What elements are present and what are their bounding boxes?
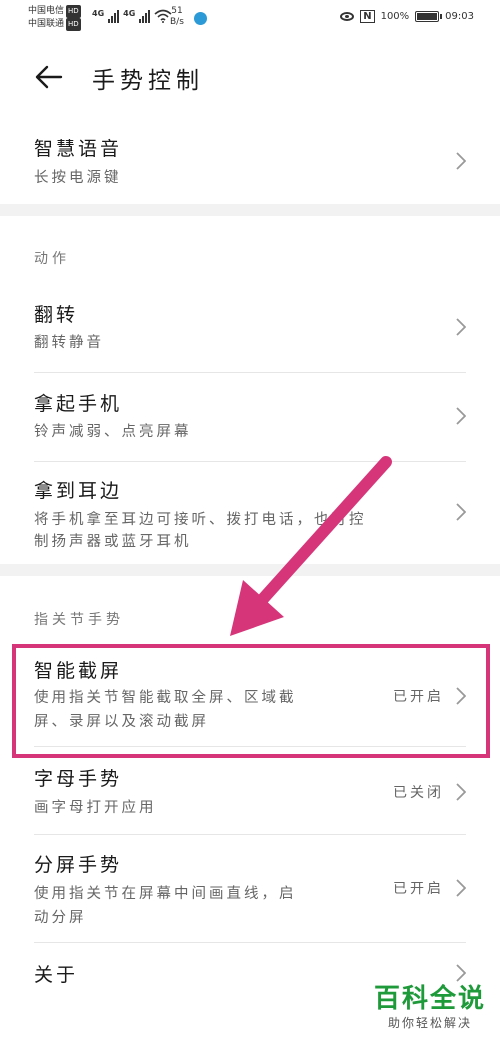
item-title: 拿起手机: [34, 393, 123, 415]
watermark-tagline: 助你轻松解决: [387, 1016, 472, 1030]
item-title: 分屏手势: [34, 854, 123, 876]
status-bar: 中国电信 HD 中国联通 HD 4G 4G 51 B/s N 100% 09:03: [0, 0, 500, 38]
item-subtitle-line-2: 动分屏: [34, 910, 87, 926]
section-gap: [0, 564, 500, 576]
item-subtitle-line-1: 使用指关节在屏幕中间画直线，启: [34, 886, 297, 902]
carrier-2-label: 中国联通: [28, 19, 65, 29]
page-title: 手势控制: [92, 68, 204, 94]
battery-percent: 100%: [380, 11, 410, 22]
status-right: N 100% 09:03: [340, 10, 474, 23]
status-value: 已关闭: [393, 785, 444, 801]
item-subtitle: 画字母打开应用: [34, 800, 157, 816]
item-subtitle-line-2: 制扬声器或蓝牙耳机: [34, 534, 192, 550]
chevron-right-icon: [456, 407, 466, 425]
divider: [34, 942, 466, 943]
signal-icon: [108, 10, 120, 23]
network-type-1: 4G: [92, 9, 105, 18]
highlight-box: [12, 644, 490, 758]
signal-icon: [139, 10, 151, 23]
item-title: 拿到耳边: [34, 480, 123, 502]
eye-comfort-icon: [340, 12, 355, 21]
carrier-1-label: 中国电信: [28, 6, 65, 16]
network-speed: 51 B/s: [170, 6, 184, 28]
chevron-right-icon: [456, 783, 466, 801]
chevron-right-icon: [456, 964, 466, 982]
hd-badge-1: HD: [66, 5, 81, 18]
section-gap: [0, 204, 500, 216]
chevron-right-icon: [456, 152, 466, 170]
speed-value: 51: [171, 6, 183, 16]
divider: [34, 834, 466, 835]
item-subtitle: 翻转静音: [34, 335, 104, 351]
watermark: 百科全说 助你轻松解决: [374, 984, 486, 1031]
settings-item-pickup[interactable]: 拿起手机 铃声减弱、点亮屏幕: [0, 373, 500, 461]
item-title: 智慧语音: [34, 138, 123, 160]
settings-item-flip[interactable]: 翻转 翻转静音: [0, 284, 500, 372]
signal-group: 4G 4G: [92, 9, 172, 23]
section-header-actions: 动作: [34, 251, 70, 267]
app-notification-icon: [194, 12, 207, 25]
settings-item-voice[interactable]: 智慧语音 长按电源键: [0, 118, 500, 204]
network-type-2: 4G: [123, 9, 136, 18]
item-title: 翻转: [34, 304, 79, 326]
settings-item-letter[interactable]: 字母手势 画字母打开应用 已关闭: [0, 752, 500, 830]
item-title: 字母手势: [34, 768, 123, 790]
item-subtitle-line-1: 将手机拿至耳边可接听、拨打电话，也可控: [34, 512, 367, 528]
item-title: 关于: [34, 964, 79, 986]
chevron-right-icon: [456, 879, 466, 897]
nfc-icon: N: [360, 10, 375, 23]
battery-icon: [415, 11, 443, 22]
carrier-info: 中国电信 HD 中国联通 HD: [28, 5, 81, 31]
settings-item-ear[interactable]: 拿到耳边 将手机拿至耳边可接听、拨打电话，也可控 制扬声器或蓝牙耳机: [0, 462, 500, 564]
title-bar: 手势控制: [0, 38, 500, 118]
clock: 09:03: [445, 11, 474, 22]
back-arrow-icon[interactable]: [34, 62, 64, 92]
watermark-brand: 百科全说: [373, 984, 486, 1014]
hd-badge-2: HD: [66, 18, 81, 31]
chevron-right-icon: [456, 503, 466, 521]
settings-item-split[interactable]: 分屏手势 使用指关节在屏幕中间画直线，启 动分屏 已开启: [0, 836, 500, 942]
speed-unit: B/s: [170, 17, 184, 27]
item-subtitle: 铃声减弱、点亮屏幕: [34, 424, 192, 440]
section-header-knuckle: 指关节手势: [34, 612, 124, 628]
status-value: 已开启: [393, 881, 444, 897]
chevron-right-icon: [456, 318, 466, 336]
item-subtitle: 长按电源键: [34, 170, 122, 186]
